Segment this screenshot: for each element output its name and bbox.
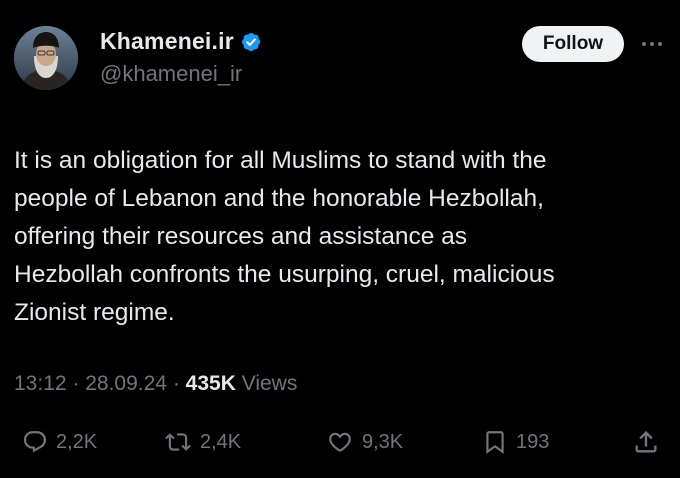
reply-icon [22,429,48,455]
tweet-date[interactable]: 28.09.24 [85,372,167,396]
repost-button[interactable]: 2,4K [164,424,241,460]
meta-separator: · [66,372,86,395]
views-label: Views [241,372,298,395]
bookmark-icon [482,428,508,456]
tweet-text: It is an obligation for all Muslims to s… [14,147,555,326]
action-bar: 2,2K 2,4K 9,3K 193 [0,424,680,460]
reply-count: 2,2K [56,430,98,453]
share-button[interactable] [632,424,660,460]
author-name-row: Khamenei.ir [100,28,262,55]
avatar[interactable] [14,26,78,90]
tweet-time[interactable]: 13:12 [14,372,67,396]
verified-badge-icon [240,31,262,53]
like-button[interactable]: 9,3K [326,424,403,460]
reply-button[interactable]: 2,2K [22,424,97,460]
more-icon[interactable] [640,34,664,54]
share-icon [632,428,660,456]
like-count: 9,3K [362,430,404,453]
tweet-card: Khamenei.ir @khamenei_ir Follow It is an… [0,0,680,478]
meta-separator: · [166,372,186,395]
repost-count: 2,4K [200,430,242,453]
repost-icon [164,429,192,455]
like-icon [326,429,354,455]
author-display-name[interactable]: Khamenei.ir [100,28,234,55]
avatar-image [14,26,78,90]
tweet-meta: 13:12 · 28.09.24 · 435K Views [14,372,297,396]
views-count: 435K [185,372,236,395]
follow-button[interactable]: Follow [522,26,624,62]
bookmark-button[interactable]: 193 [482,424,549,460]
author-handle[interactable]: @khamenei_ir [100,61,242,87]
bookmark-count: 193 [516,430,550,453]
